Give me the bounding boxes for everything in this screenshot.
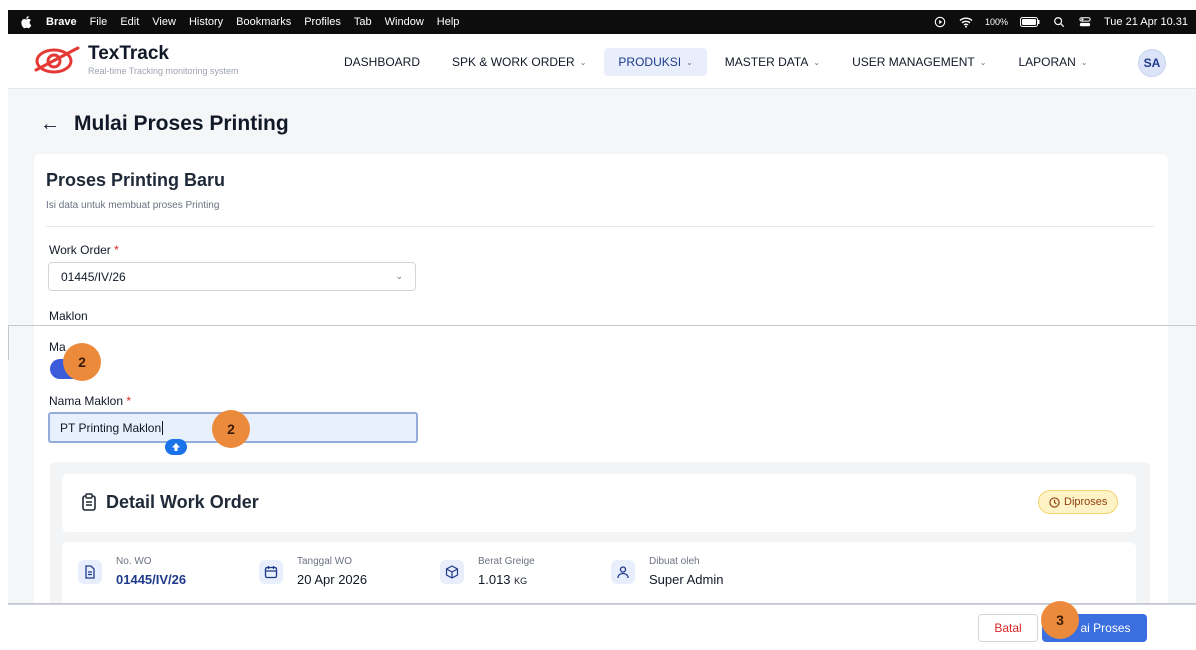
info-label: Berat Greige: [478, 556, 535, 567]
nav-label: MASTER DATA: [724, 55, 809, 69]
weight-unit: KG: [514, 576, 528, 586]
submit-label: ai Proses: [1080, 621, 1131, 635]
document-icon: [78, 560, 102, 584]
work-order-select[interactable]: 01445/IV/26 ⌄: [48, 262, 416, 291]
nama-maklon-value: PT Printing Maklon: [60, 420, 162, 435]
maklon-section-label: Maklon: [49, 309, 88, 323]
info-no-wo: No. WO 01445/IV/26: [78, 556, 186, 587]
chevron-down-icon: ⌄: [979, 57, 987, 67]
menu-view[interactable]: View: [152, 16, 176, 28]
brand-name: TexTrack: [88, 43, 169, 64]
required-mark: *: [126, 394, 132, 408]
guide-line: [8, 325, 9, 360]
cancel-button[interactable]: Batal: [978, 614, 1038, 642]
nav-spk-work-order[interactable]: SPK & WORK ORDER ⌄: [438, 48, 600, 76]
clock[interactable]: Tue 21 Apr 10.31: [1104, 16, 1188, 28]
form-card: Proses Printing Baru Isi data untuk memb…: [34, 154, 1168, 650]
step-badge: 2: [212, 410, 250, 448]
info-label: Tanggal WO: [297, 556, 353, 567]
info-dibuat-oleh: Dibuat oleh Super Admin: [611, 556, 723, 587]
user-avatar[interactable]: SA: [1138, 49, 1166, 77]
form-footer: Batal ai Proses: [8, 604, 1196, 650]
divider: [46, 226, 1154, 227]
work-order-value: 01445/IV/26: [61, 269, 126, 284]
info-value: 1.013 KG: [478, 572, 535, 587]
play-circle-icon[interactable]: [933, 16, 947, 28]
battery-icon[interactable]: [1020, 17, 1040, 27]
top-navbar: TexTrack Real-time Tracking monitoring s…: [8, 34, 1196, 89]
arrow-up-icon: [172, 443, 180, 451]
wifi-icon[interactable]: [959, 16, 973, 28]
apple-icon[interactable]: [20, 15, 32, 29]
clock-icon: [1049, 496, 1060, 508]
info-value: 20 Apr 2026: [297, 572, 368, 587]
chevron-down-icon: ⌄: [813, 57, 821, 67]
menu-profiles[interactable]: Profiles: [304, 16, 341, 28]
page-title: Mulai Proses Printing: [74, 112, 289, 135]
control-center-icon[interactable]: [1078, 16, 1092, 28]
chevron-down-icon: ⌄: [1080, 57, 1088, 67]
battery-percent: 100%: [984, 17, 1008, 27]
page-header: ← Mulai Proses Printing: [40, 112, 289, 136]
nav-produksi[interactable]: PRODUKSI ⌄: [604, 48, 707, 76]
info-berat-greige: Berat Greige 1.013 KG: [440, 556, 535, 587]
menu-tab[interactable]: Tab: [354, 16, 372, 28]
menu-edit[interactable]: Edit: [120, 16, 139, 28]
menu-history[interactable]: History: [189, 16, 223, 28]
required-mark: *: [114, 243, 119, 257]
nav-dashboard[interactable]: DASHBOARD: [330, 48, 434, 76]
guide-line: [8, 603, 1196, 604]
status-text: Diproses: [1064, 496, 1108, 508]
status-badge: Diproses: [1038, 490, 1119, 514]
nav-master-data[interactable]: MASTER DATA ⌄: [711, 48, 834, 76]
nav-laporan[interactable]: LAPORAN ⌄: [1004, 48, 1101, 76]
calendar-icon: [259, 560, 283, 584]
weight-value: 1.013: [478, 572, 511, 587]
nama-maklon-label: Nama Maklon *: [49, 394, 131, 408]
textrack-logo-icon: [34, 46, 80, 74]
chevron-down-icon: ⌄: [579, 57, 587, 67]
info-value: Super Admin: [649, 572, 724, 587]
menu-app-name[interactable]: Brave: [46, 16, 77, 28]
work-order-label-text: Work Order: [49, 243, 111, 257]
brand-tagline: Real-time Tracking monitoring system: [88, 66, 239, 76]
work-order-label: Work Order *: [49, 243, 119, 257]
step-badge: 2: [63, 343, 101, 381]
form-subtitle: Isi data untuk membuat proses Printing: [46, 200, 220, 211]
step-badge: 3: [1041, 601, 1079, 639]
detail-title: Detail Work Order: [106, 492, 259, 512]
user-icon: [611, 560, 635, 584]
password-manager-icon[interactable]: [165, 439, 187, 455]
back-arrow-icon[interactable]: ←: [40, 113, 60, 136]
wo-number-link[interactable]: 01445/IV/26: [116, 572, 186, 587]
info-label: No. WO: [116, 556, 152, 567]
detail-header: Detail Work Order Diproses: [62, 474, 1136, 532]
menu-help[interactable]: Help: [437, 16, 460, 28]
main-nav: DASHBOARD SPK & WORK ORDER ⌄ PRODUKSI ⌄ MA…: [330, 48, 1106, 76]
menu-file[interactable]: File: [90, 16, 108, 28]
app-window: TexTrack Real-time Tracking monitoring s…: [8, 34, 1196, 650]
nav-label: SPK & WORK ORDER: [452, 55, 575, 69]
nav-label: USER MANAGEMENT: [852, 55, 975, 69]
info-label: Dibuat oleh: [649, 556, 700, 567]
nav-label: DASHBOARD: [344, 55, 421, 69]
chevron-down-icon: ⌄: [686, 57, 693, 67]
menu-window[interactable]: Window: [385, 16, 424, 28]
chevron-down-icon: ⌄: [395, 271, 403, 281]
maklon-toggle-label: Ma: [49, 340, 66, 354]
form-title: Proses Printing Baru: [46, 170, 226, 190]
nama-maklon-label-text: Nama Maklon: [49, 394, 124, 408]
clipboard-icon: [82, 493, 96, 511]
search-icon[interactable]: [1052, 16, 1066, 28]
box-icon: [440, 560, 464, 584]
guide-line: [8, 325, 1196, 326]
brand-logo[interactable]: TexTrack Real-time Tracking monitoring s…: [34, 44, 239, 78]
nav-user-management[interactable]: USER MANAGEMENT ⌄: [838, 48, 1000, 76]
nav-label: LAPORAN: [1018, 55, 1076, 69]
nav-label: PRODUKSI: [618, 55, 682, 69]
text-caret: [162, 420, 164, 435]
menu-bookmarks[interactable]: Bookmarks: [236, 16, 291, 28]
os-menubar: Brave File Edit View History Bookmarks P…: [8, 10, 1196, 34]
info-tanggal-wo: Tanggal WO 20 Apr 2026: [259, 556, 367, 587]
